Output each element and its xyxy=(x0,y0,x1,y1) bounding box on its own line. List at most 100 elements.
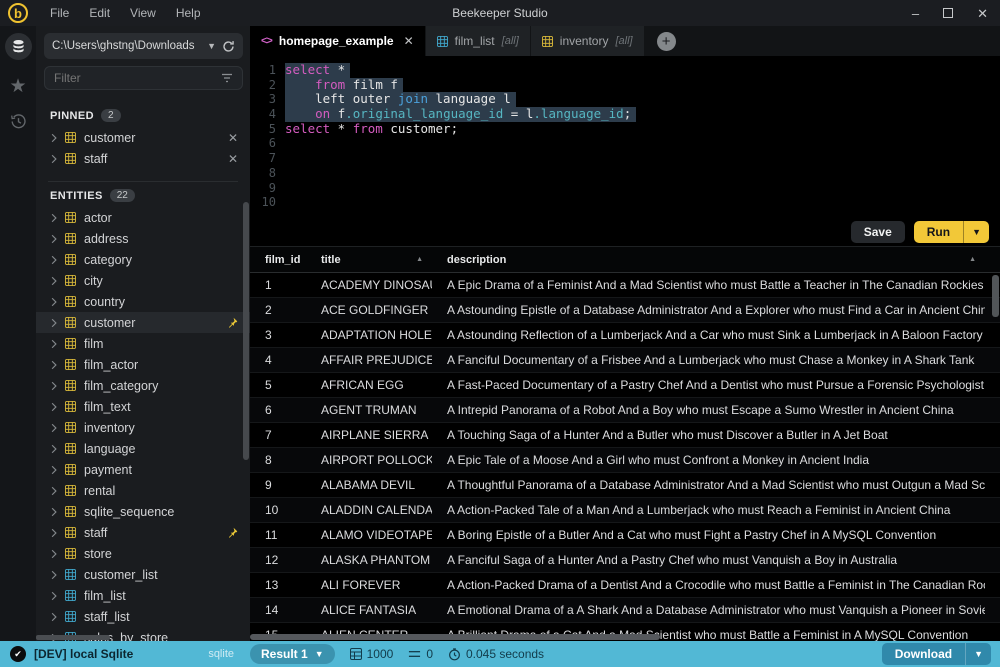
cell-film_id[interactable]: 1 xyxy=(250,273,306,297)
filter-input[interactable] xyxy=(54,71,221,85)
cell-description[interactable]: A Emotional Drama of a A Shark And a Dat… xyxy=(432,598,985,622)
sidebar-item-film[interactable]: film xyxy=(36,333,250,354)
column-header-release_year[interactable]: release_year▲ xyxy=(985,247,1000,272)
sidebar-item-store[interactable]: store xyxy=(36,543,250,564)
sidebar-item-language[interactable]: language xyxy=(36,438,250,459)
cell-film_id[interactable]: 5 xyxy=(250,373,306,397)
tab-homepage_example[interactable]: <>homepage_example✕ xyxy=(250,26,425,56)
chevron-right-icon[interactable] xyxy=(51,381,57,391)
cell-film_id[interactable]: 4 xyxy=(250,348,306,372)
sidebar-item-city[interactable]: city xyxy=(36,270,250,291)
sidebar-item-inventory[interactable]: inventory xyxy=(36,417,250,438)
cell-description[interactable]: A Action-Packed Drama of a Dentist And a… xyxy=(432,573,985,597)
cell-title[interactable]: AFFAIR PREJUDICE xyxy=(306,348,432,372)
run-button-label[interactable]: Run xyxy=(914,221,963,243)
sidebar-item-film_list[interactable]: film_list xyxy=(36,585,250,606)
column-header-title[interactable]: title▲ xyxy=(306,247,432,272)
sidebar-item-customer[interactable]: customer xyxy=(36,312,250,333)
sql-editor[interactable]: 1select *2 from film f3 left outer join … xyxy=(250,56,1000,218)
sort-arrow-icon[interactable]: ▲ xyxy=(969,256,976,263)
cell-description[interactable]: A Fanciful Documentary of a Frisbee And … xyxy=(432,348,985,372)
chevron-right-icon[interactable] xyxy=(51,465,57,475)
chevron-right-icon[interactable] xyxy=(51,318,57,328)
close-button[interactable]: ✕ xyxy=(977,7,988,20)
cell-film_id[interactable]: 12 xyxy=(250,548,306,572)
run-options-caret-icon[interactable]: ▼ xyxy=(963,221,989,243)
cell-title[interactable]: AGENT TRUMAN xyxy=(306,398,432,422)
cell-title[interactable]: ALASKA PHANTOM xyxy=(306,548,432,572)
chevron-right-icon[interactable] xyxy=(51,570,57,580)
cell-film_id[interactable]: 9 xyxy=(250,473,306,497)
sidebar-item-customer[interactable]: customer✕ xyxy=(36,127,250,148)
chevron-right-icon[interactable] xyxy=(51,213,57,223)
tab-film_list[interactable]: film_list[all] xyxy=(426,26,530,56)
chevron-right-icon[interactable] xyxy=(51,360,57,370)
sidebar-item-film_text[interactable]: film_text xyxy=(36,396,250,417)
chevron-right-icon[interactable] xyxy=(51,423,57,433)
cell-title[interactable]: ACADEMY DINOSAUR xyxy=(306,273,432,297)
cell-description[interactable]: A Action-Packed Tale of a Man And a Lumb… xyxy=(432,498,985,522)
cell-title[interactable]: ACE GOLDFINGER xyxy=(306,298,432,322)
cell-description[interactable]: A Fast-Paced Documentary of a Pastry Che… xyxy=(432,373,985,397)
cell-title[interactable]: ALABAMA DEVIL xyxy=(306,473,432,497)
chevron-right-icon[interactable] xyxy=(51,402,57,412)
cell-description[interactable]: A Epic Tale of a Moose And a Girl who mu… xyxy=(432,448,985,472)
pin-icon[interactable] xyxy=(227,527,238,538)
cell-title[interactable]: ALADDIN CALENDAR xyxy=(306,498,432,522)
chevron-right-icon[interactable] xyxy=(51,612,57,622)
menu-view[interactable]: View xyxy=(120,6,166,20)
chevron-right-icon[interactable] xyxy=(51,444,57,454)
table-filter[interactable] xyxy=(44,66,243,90)
cell-title[interactable]: ALI FOREVER xyxy=(306,573,432,597)
column-header-film_id[interactable]: film_id▲ xyxy=(250,247,306,272)
maximize-button[interactable] xyxy=(943,8,953,18)
chevron-right-icon[interactable] xyxy=(51,234,57,244)
sidebar-item-payment[interactable]: payment xyxy=(36,459,250,480)
sidebar-item-country[interactable]: country xyxy=(36,291,250,312)
sidebar-item-actor[interactable]: actor xyxy=(36,207,250,228)
download-button-label[interactable]: Download xyxy=(882,643,965,665)
unpin-close-icon[interactable]: ✕ xyxy=(228,153,238,165)
chevron-right-icon[interactable] xyxy=(51,297,57,307)
cell-film_id[interactable]: 10 xyxy=(250,498,306,522)
new-tab-button[interactable]: + xyxy=(657,32,676,51)
sidebar-item-staff[interactable]: staff xyxy=(36,522,250,543)
sort-arrow-icon[interactable]: ▲ xyxy=(416,256,423,263)
cell-title[interactable]: AFRICAN EGG xyxy=(306,373,432,397)
tab-inventory[interactable]: inventory[all] xyxy=(531,26,644,56)
sidebar-item-category[interactable]: category xyxy=(36,249,250,270)
sidebar-item-film_category[interactable]: film_category xyxy=(36,375,250,396)
refresh-icon[interactable] xyxy=(222,40,235,53)
cell-film_id[interactable]: 3 xyxy=(250,323,306,347)
chevron-right-icon[interactable] xyxy=(51,339,57,349)
cell-title[interactable]: AIRPORT POLLOCK xyxy=(306,448,432,472)
connection-selector[interactable]: C:\Users\ghstng\Downloads ▼ xyxy=(44,33,243,59)
cell-description[interactable]: A Epic Drama of a Feminist And a Mad Sci… xyxy=(432,273,985,297)
cell-film_id[interactable]: 6 xyxy=(250,398,306,422)
cell-description[interactable]: A Intrepid Panorama of a Robot And a Boy… xyxy=(432,398,985,422)
run-button[interactable]: Run ▼ xyxy=(914,221,989,243)
cell-title[interactable]: AIRPLANE SIERRA xyxy=(306,423,432,447)
history-icon[interactable] xyxy=(10,113,27,135)
sidebar-item-address[interactable]: address xyxy=(36,228,250,249)
results-horizontal-scrollbar[interactable] xyxy=(250,634,660,640)
menu-edit[interactable]: Edit xyxy=(79,6,120,20)
cell-film_id[interactable]: 8 xyxy=(250,448,306,472)
menu-file[interactable]: File xyxy=(40,6,79,20)
chevron-right-icon[interactable] xyxy=(51,507,57,517)
cell-film_id[interactable]: 11 xyxy=(250,523,306,547)
results-vertical-scrollbar[interactable] xyxy=(992,275,999,317)
menu-help[interactable]: Help xyxy=(166,6,211,20)
save-button[interactable]: Save xyxy=(851,221,905,243)
cell-film_id[interactable]: 14 xyxy=(250,598,306,622)
tab-close-icon[interactable]: ✕ xyxy=(404,34,414,48)
cell-description[interactable]: A Astounding Reflection of a Lumberjack … xyxy=(432,323,985,347)
cell-description[interactable]: A Touching Saga of a Hunter And a Butler… xyxy=(432,423,985,447)
pin-icon[interactable] xyxy=(227,317,238,328)
cell-description[interactable]: A Fanciful Saga of a Hunter And a Pastry… xyxy=(432,548,985,572)
sidebar-hscrollbar[interactable] xyxy=(36,635,110,640)
column-header-description[interactable]: description▲ xyxy=(432,247,985,272)
chevron-right-icon[interactable] xyxy=(51,528,57,538)
chevron-right-icon[interactable] xyxy=(51,255,57,265)
unpin-close-icon[interactable]: ✕ xyxy=(228,132,238,144)
